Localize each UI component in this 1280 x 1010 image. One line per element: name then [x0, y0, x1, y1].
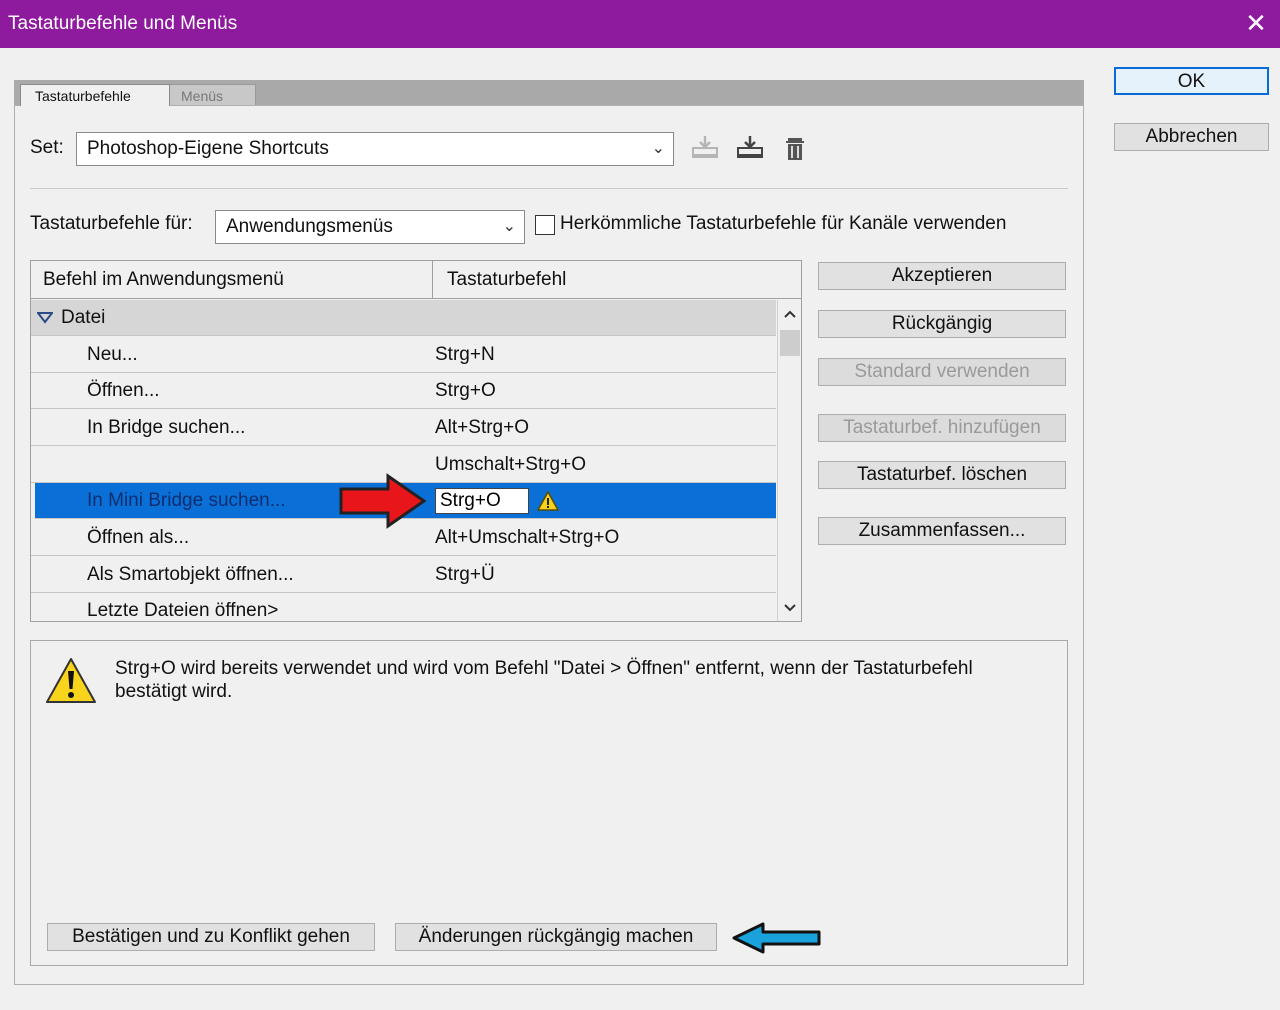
row-shortcut: Alt+Umschalt+Strg+O — [435, 527, 620, 548]
tab-tastaturbefehle[interactable]: Tastaturbefehle — [20, 84, 170, 106]
col-header-shortcut[interactable]: Tastaturbefehl — [433, 261, 801, 299]
table-row[interactable]: Öffnen... Strg+O — [31, 373, 776, 409]
summarize-button[interactable]: Zusammenfassen... — [818, 517, 1066, 545]
collapse-triangle-icon[interactable] — [37, 312, 53, 324]
conflict-message-box: Strg+O wird bereits verwendet und wird v… — [30, 640, 1068, 966]
blue-arrow-icon — [732, 922, 821, 954]
row-command: Öffnen... — [87, 380, 160, 401]
row-command: Öffnen als... — [87, 527, 190, 548]
shortcuts-for-value: Anwendungsmenüs — [226, 216, 393, 237]
set-label: Set: — [30, 137, 64, 158]
group-label: Datei — [61, 307, 106, 328]
shortcuts-for-select[interactable]: Anwendungsmenüs ⌄ — [215, 210, 525, 244]
legacy-channel-shortcuts-label: Herkömmliche Tastaturbefehle für Kanäle … — [560, 213, 1007, 234]
shortcut-input[interactable]: Strg+O — [435, 488, 529, 514]
tab-menues[interactable]: Menüs — [166, 84, 256, 106]
row-command: Letzte Dateien öffnen> — [87, 600, 279, 621]
ok-button[interactable]: OK — [1114, 67, 1269, 95]
scroll-thumb[interactable] — [780, 330, 800, 356]
legacy-channel-shortcuts-checkbox[interactable] — [535, 215, 555, 235]
red-arrow-icon — [339, 473, 427, 529]
window-title: Tastaturbefehle und Menüs — [8, 13, 238, 34]
accept-button[interactable]: Akzeptieren — [818, 262, 1066, 290]
row-shortcut: Strg+N — [435, 344, 495, 365]
confirm-go-to-conflict-button[interactable]: Bestätigen und zu Konflikt gehen — [47, 923, 375, 951]
row-shortcut: Alt+Strg+O — [435, 417, 529, 438]
col-header-command[interactable]: Befehl im Anwendungsmenü — [31, 261, 433, 299]
chevron-down-icon: ⌄ — [651, 140, 665, 157]
row-command: In Bridge suchen... — [87, 417, 246, 438]
chevron-down-icon: ⌄ — [502, 218, 516, 235]
warning-icon — [46, 658, 96, 703]
table-row[interactable]: Als Smartobjekt öffnen... Strg+Ü — [31, 557, 776, 593]
table-row[interactable]: In Bridge suchen... Alt+Strg+O — [31, 410, 776, 446]
group-row-datei[interactable]: Datei — [31, 300, 776, 336]
cancel-button[interactable]: Abbrechen — [1114, 123, 1269, 151]
table-row[interactable]: Neu... Strg+N — [31, 337, 776, 373]
undo-button[interactable]: Rückgängig — [818, 310, 1066, 338]
table-row[interactable]: Letzte Dateien öffnen> — [31, 593, 776, 621]
row-shortcut: Umschalt+Strg+O — [435, 454, 586, 475]
row-command: Als Smartobjekt öffnen... — [87, 564, 294, 585]
delete-shortcut-button[interactable]: Tastaturbef. löschen — [818, 461, 1066, 489]
shortcuts-for-label: Tastaturbefehle für: — [30, 213, 193, 234]
separator — [30, 188, 1068, 189]
row-command: In Mini Bridge suchen... — [87, 490, 286, 511]
warning-icon — [537, 491, 559, 511]
shortcut-table: Befehl im Anwendungsmenü Tastaturbefehl … — [30, 260, 802, 622]
close-icon[interactable]: ✕ — [1242, 0, 1270, 48]
set-select[interactable]: Photoshop-Eigene Shortcuts ⌄ — [76, 132, 674, 166]
use-default-button[interactable]: Standard verwenden — [818, 358, 1066, 386]
conflict-message-text: Strg+O wird bereits verwendet und wird v… — [115, 658, 973, 702]
set-select-value: Photoshop-Eigene Shortcuts — [87, 138, 329, 159]
trash-icon[interactable] — [780, 134, 810, 164]
revert-changes-button[interactable]: Änderungen rückgängig machen — [395, 923, 717, 951]
row-command: Neu... — [87, 344, 138, 365]
title-bar: Tastaturbefehle und Menüs ✕ — [0, 0, 1280, 48]
row-shortcut: Strg+O — [435, 380, 496, 401]
table-scrollbar[interactable] — [777, 300, 802, 621]
add-shortcut-button[interactable]: Tastaturbef. hinzufügen — [818, 414, 1066, 442]
save-set-as-icon[interactable] — [735, 133, 765, 163]
scroll-down-icon[interactable] — [778, 596, 802, 620]
scroll-up-icon[interactable] — [778, 302, 802, 326]
row-shortcut: Strg+Ü — [435, 564, 495, 585]
save-set-icon[interactable] — [690, 133, 720, 163]
